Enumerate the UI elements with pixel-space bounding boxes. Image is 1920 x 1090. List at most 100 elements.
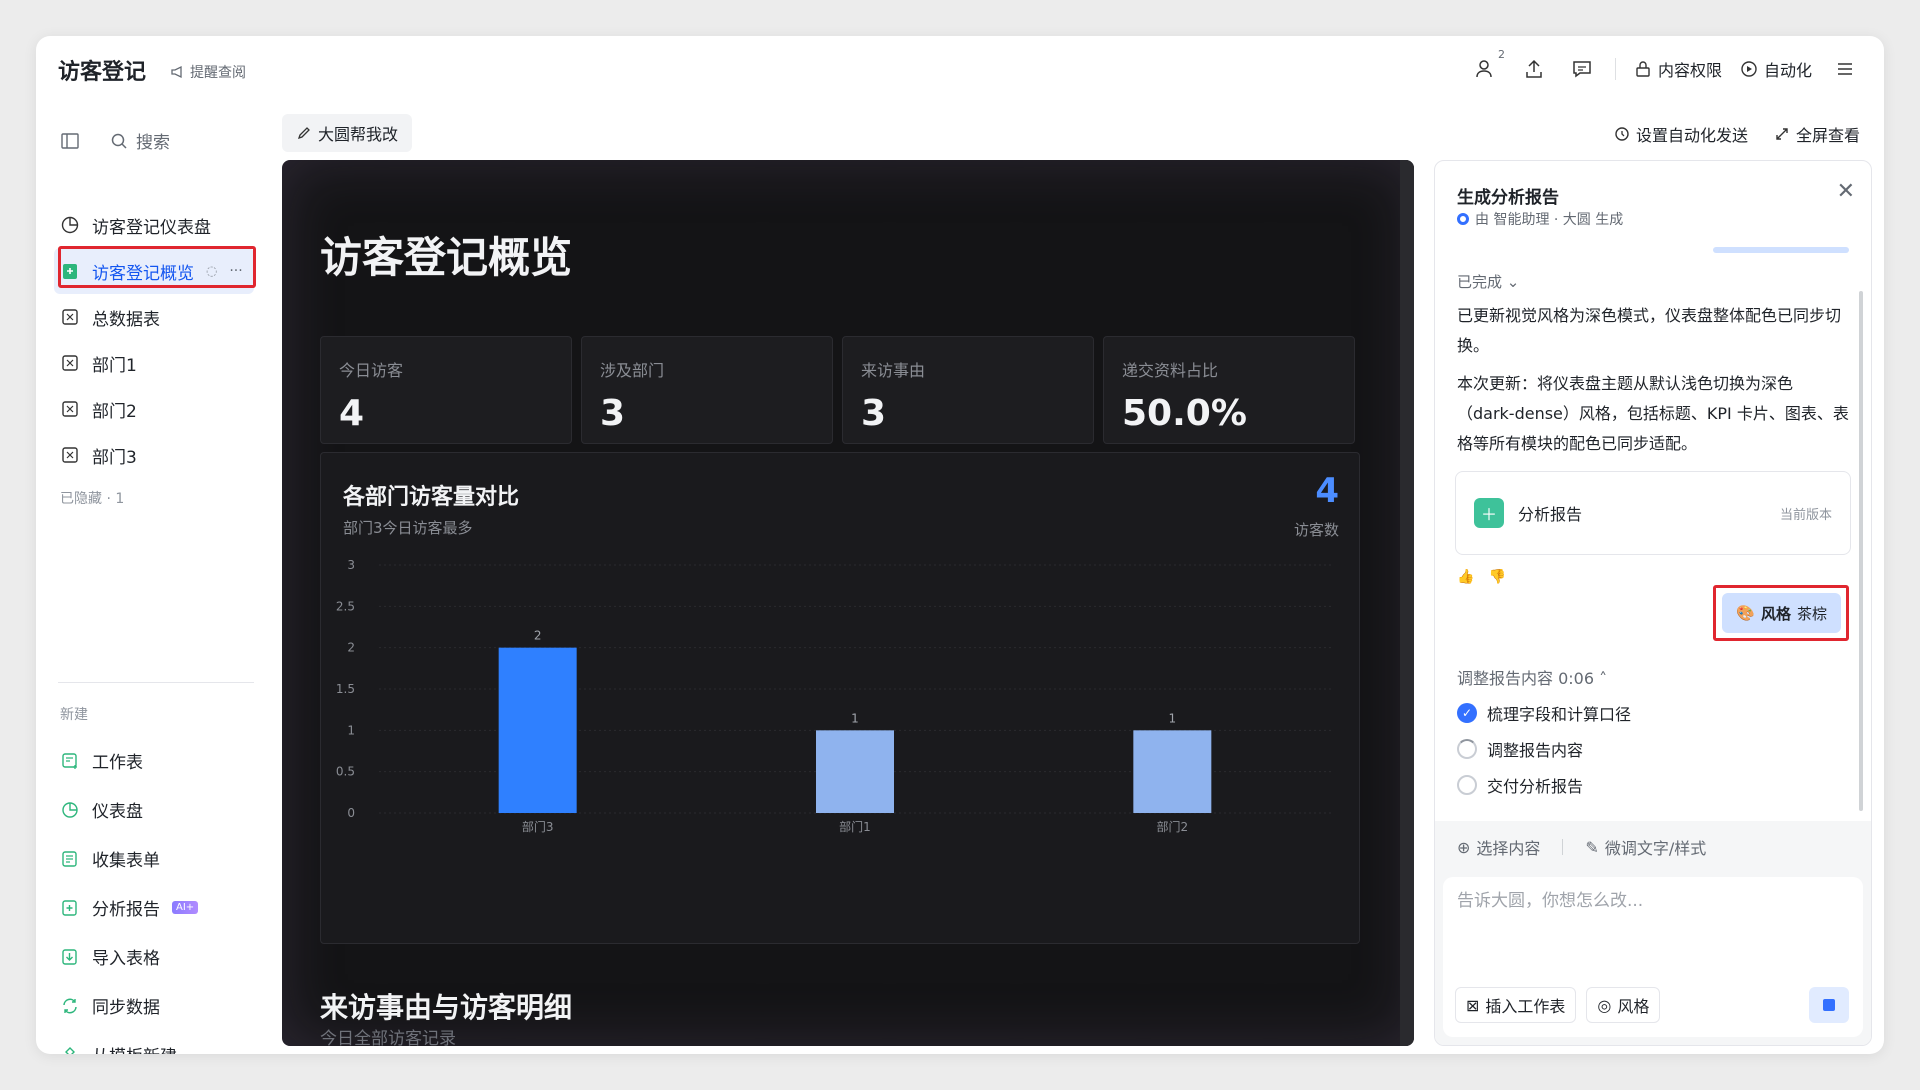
kpi-card: 今日访客 4 <box>320 336 572 444</box>
sidebar-item-all-data[interactable]: 总数据表 <box>54 294 254 340</box>
collaborators-button[interactable]: 2 <box>1471 48 1505 84</box>
sidebar-item-dashboard[interactable]: 访客登记仪表盘 <box>54 202 254 248</box>
auto-send-label: 设置自动化发送 <box>1635 126 1748 145</box>
auto-send-button[interactable]: 设置自动化发送 <box>1614 122 1748 146</box>
report-version: 当前版本 <box>1779 507 1832 523</box>
sidebar-item-dept1[interactable]: 部门1 <box>54 340 254 386</box>
new-item-label: 导入表格 <box>92 949 160 969</box>
automation-button[interactable]: 自动化 <box>1740 57 1812 81</box>
chart-metric: 4 <box>1315 471 1339 511</box>
menu-icon <box>1838 63 1852 75</box>
chart-subtitle: 部门3今日访客最多 <box>343 519 473 537</box>
more-icon[interactable]: ··· <box>229 263 242 279</box>
stop-button[interactable] <box>1809 987 1849 1023</box>
kpi-label: 今日访客 <box>339 361 404 380</box>
assistant-message: 本次更新：将仪表盘主题从默认浅色切换为深色（dark-dense）风格，包括标题… <box>1457 374 1849 453</box>
bar <box>816 730 894 813</box>
search-input[interactable]: 搜索 <box>110 128 170 153</box>
hidden-items-toggle[interactable]: 已隐藏 · 1 <box>54 488 254 508</box>
select-content-label: 选择内容 <box>1476 839 1541 858</box>
dashboard-icon <box>60 800 80 820</box>
new-item-label: 同步数据 <box>92 998 160 1018</box>
ai-edit-label: 大圆帮我改 <box>318 125 399 144</box>
reminder-label: 提醒查阅 <box>190 65 246 81</box>
permission-label: 内容权限 <box>1657 61 1722 80</box>
new-item-label: 从模板新建 <box>92 1042 177 1054</box>
share-button[interactable] <box>1519 54 1549 84</box>
x-tick-label: 部门1 <box>839 819 871 834</box>
fine-tune-button[interactable]: ✎ 微调文字/样式 <box>1585 835 1706 859</box>
bar-value-label: 1 <box>1169 711 1177 725</box>
style-button[interactable]: ◎ 风格 <box>1586 987 1661 1023</box>
sidebar-tools: 搜索 <box>60 128 170 153</box>
ai-edit-button[interactable]: 大圆帮我改 <box>282 114 413 152</box>
sidebar-item-label: 部门2 <box>92 401 137 422</box>
expand-icon <box>1776 128 1788 140</box>
sidebar-item-dept3[interactable]: 部门3 <box>54 432 254 478</box>
sidebar-toggle-icon[interactable] <box>60 131 80 151</box>
new-dashboard[interactable]: 仪表盘 <box>54 785 254 834</box>
reminder-button[interactable]: 提醒查阅 <box>170 62 246 82</box>
composer-box: ⊠ 插入工作表 ◎ 风格 <box>1443 877 1863 1037</box>
select-content-button[interactable]: ⊕ 选择内容 <box>1457 835 1540 859</box>
kpi-label: 涉及部门 <box>600 361 665 380</box>
kpi-value: 50.0% <box>1122 393 1247 434</box>
scrollbar[interactable] <box>1400 160 1414 1046</box>
report-card[interactable]: ＋ 分析报告 当前版本 <box>1455 471 1851 555</box>
report-name: 分析报告 <box>1518 505 1583 524</box>
template-icon <box>60 1045 80 1054</box>
composer-tools: ⊕ 选择内容 ✎ 微调文字/样式 <box>1457 835 1706 859</box>
step-label: 调整报告内容 <box>1487 741 1584 760</box>
new-form[interactable]: 收集表单 <box>54 834 254 883</box>
sidebar: 搜索 访客登记仪表盘 访客登记概览 ◌ ··· 总数据表 部门1 部门2 部门3… <box>36 106 264 1054</box>
close-icon[interactable]: ✕ <box>1837 179 1855 204</box>
permission-button[interactable]: 内容权限 <box>1634 57 1722 81</box>
form-icon <box>60 849 80 869</box>
sync-icon <box>60 996 80 1016</box>
search-icon <box>111 133 127 149</box>
y-tick-label: 0.5 <box>336 765 355 779</box>
pending-icon <box>1457 775 1477 795</box>
sidebar-item-label: 总数据表 <box>92 309 160 330</box>
target-icon: ⊕ <box>1457 837 1471 857</box>
new-sync[interactable]: 同步数据 <box>54 981 254 1030</box>
style-button-label: 风格 <box>1617 997 1650 1016</box>
kpi-label: 来访事由 <box>861 361 926 380</box>
insert-sheet-button[interactable]: ⊠ 插入工作表 <box>1455 987 1577 1023</box>
report-icon <box>60 261 80 281</box>
thumbs-up-icon[interactable]: 👍 <box>1457 569 1474 585</box>
search-placeholder: 搜索 <box>136 133 170 153</box>
fine-tune-label: 微调文字/样式 <box>1604 839 1707 858</box>
sidebar-item-overview[interactable]: 访客登记概览 ◌ ··· <box>54 248 254 294</box>
kpi-row: 今日访客 4 涉及部门 3 来访事由 3 递交资料占比 50.0% <box>320 336 1355 444</box>
step-list: ✓ 梳理字段和计算口径 调整报告内容 交付分析报告 <box>1457 695 1631 803</box>
adjust-header[interactable]: 调整报告内容 0:06 ˄ <box>1457 665 1607 689</box>
new-from-template[interactable]: 从模板新建 <box>54 1030 254 1054</box>
sidebar-item-dept2[interactable]: 部门2 <box>54 386 254 432</box>
progress-strip <box>1713 247 1849 253</box>
ai-badge: AI+ <box>172 901 199 914</box>
y-tick-label: 1 <box>347 723 355 737</box>
fullscreen-button[interactable]: 全屏查看 <box>1774 122 1860 146</box>
new-report[interactable]: 分析报告 AI+ <box>54 883 254 932</box>
new-worksheet[interactable]: 工作表 <box>54 736 254 785</box>
new-section-label: 新建 <box>60 707 88 723</box>
report-icon <box>60 898 80 918</box>
completed-toggle[interactable]: 已完成 ⌄ <box>1457 271 1519 292</box>
new-import[interactable]: 导入表格 <box>54 932 254 981</box>
panel-byline: 由 智能助理 · 大圆 生成 <box>1457 209 1623 229</box>
worksheet-icon <box>60 751 80 771</box>
loading-icon: ◌ <box>206 263 218 279</box>
sheet-icon: ⊠ <box>1466 995 1480 1015</box>
thumbs-down-icon[interactable]: 👎 <box>1488 569 1505 585</box>
comment-button[interactable] <box>1567 54 1597 84</box>
section-title: 来访事由与访客明细 <box>320 991 573 1024</box>
menu-button[interactable] <box>1830 54 1860 84</box>
dashboard-icon <box>60 215 80 235</box>
step-label: 交付分析报告 <box>1487 777 1584 796</box>
divider <box>1562 839 1564 855</box>
scrollbar[interactable] <box>1859 291 1863 811</box>
top-actions: 2 内容权限 自动化 <box>1471 48 1860 84</box>
prompt-input[interactable] <box>1457 891 1837 911</box>
ai-panel: 生成分析报告 由 智能助理 · 大圆 生成 ✕ 已完成 ⌄ 已更新视觉风格为深色… <box>1434 160 1872 1046</box>
